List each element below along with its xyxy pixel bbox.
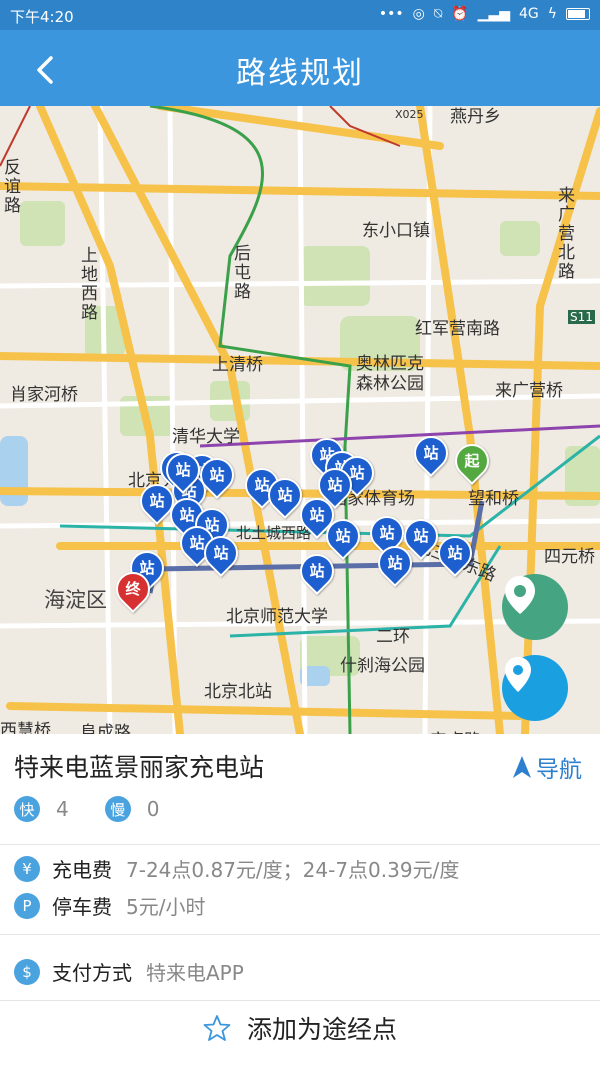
station-pin-label: 站 [423,444,439,462]
map-label: 海淀区 [44,588,107,612]
map-label: 四元桥 [544,547,595,567]
slow-charger-count: 0 [146,797,160,821]
navigation-arrow-icon [513,756,531,778]
station-pin[interactable]: 站 [158,445,208,499]
app-header: 路线规划 [0,30,600,106]
map-label: 来广营北路 [554,186,574,281]
station-name: 特来电蓝景丽家充电站 [14,753,265,782]
end-pin[interactable]: 终 [108,564,158,618]
map-label: 西慧桥 [0,721,51,734]
map-label: 什刹海公园 [340,656,425,676]
divider [0,1000,600,1001]
map-label: 二环 [376,627,410,647]
fast-charger-count: 4 [56,797,69,821]
station-pin[interactable]: 站 [196,528,246,582]
map-label: S11 [568,310,595,324]
map-label: 奥林匹克森林公园 [356,354,424,394]
station-pin-label: 站 [209,466,225,484]
end-pin-label: 终 [125,580,141,598]
location-pin-icon [505,576,535,614]
map-label: 红军营南路 [415,319,500,339]
signal-icon: ▁▃▅ [477,6,510,22]
station-pin-label: 站 [379,524,395,542]
my-location-button[interactable] [502,655,568,721]
map-roads [0,106,600,734]
page-title: 路线规划 [236,56,364,91]
map-label: 后屯路 [230,244,250,301]
station-info-panel: 特来电蓝景丽家充电站 导航 快 4 慢 0 ¥ 充电费 7-24点0.87元/度… [0,734,600,1067]
station-pin-label: 站 [387,554,403,572]
map-label: 北京北站 [204,682,272,702]
map-label: 燕丹乡 [450,107,501,127]
map-label: 阜成路 [80,723,131,734]
map-label: 安贞路 [430,726,481,734]
map-view[interactable]: 燕丹乡 X025 东小口镇 来广营北路 红军营南路 S11 上地西路 后屯路 上… [0,106,600,734]
status-time: 下午4:20 [10,8,74,26]
map-label: 北京师范大学 [226,607,328,627]
map-label: 东小口镇 [362,221,430,241]
station-pin-label: 站 [327,476,343,494]
navigate-button[interactable]: 导航 [512,750,582,784]
station-pin[interactable]: 站 [370,538,420,592]
station-pin-label: 站 [447,544,463,562]
status-icons: ••• ◎ ⍉ ⏰ ▁▃▅ 4G ϟ [379,6,590,22]
station-pin-label: 站 [335,527,351,545]
sync-icon: ◎ [412,6,425,22]
map-label: 肖家河桥 [10,385,78,405]
alarm-icon: ⏰ [451,6,469,22]
station-pin[interactable]: 站 [192,450,242,504]
charge-fee-value: 7-24点0.87元/度；24-7点0.39元/度 [126,858,460,882]
station-pin-label: 站 [277,486,293,504]
station-pin[interactable]: 站 [260,470,310,524]
charge-fee-label: 充电费 [52,858,112,882]
map-label: 上地西路 [77,246,97,322]
divider [0,934,600,935]
payment-value: 特来电APP [146,961,244,985]
map-label: 清华大学 [172,427,240,447]
my-location-icon [505,657,531,692]
navigate-label: 导航 [536,757,582,783]
star-icon [203,1015,231,1041]
parking-fee-value: 5元/小时 [126,895,206,919]
station-pin[interactable]: 站 [292,546,342,600]
network-type: 4G [518,6,539,22]
charger-counts: 快 4 慢 0 [14,796,159,822]
fast-charger-badge: 快 [14,796,40,822]
slow-charger-badge: 慢 [104,796,131,822]
yuan-icon: ¥ [14,855,40,882]
parking-fee-label: 停车费 [52,895,112,919]
parking-icon: P [14,892,40,919]
station-pin-label: 站 [309,562,325,580]
station-pin[interactable]: 站 [406,428,456,482]
station-pin[interactable]: 站 [430,528,480,582]
locate-station-button[interactable] [502,574,568,640]
start-pin[interactable]: 起 [447,436,497,490]
map-label: 来广营桥 [495,381,563,401]
add-waypoint-label: 添加为途经点 [246,1015,397,1044]
station-pin-label: 站 [213,544,229,562]
charge-fee-row: ¥ 充电费 7-24点0.87元/度；24-7点0.39元/度 [14,854,459,883]
payment-label: 支付方式 [52,961,132,985]
charging-icon: ϟ [547,6,557,22]
map-label: X025 [395,108,424,121]
payment-row: $ 支付方式 特来电APP [14,957,244,986]
station-pin-label: 站 [175,461,191,479]
battery-icon [566,8,590,20]
parking-fee-row: P 停车费 5元/小时 [14,891,205,920]
status-bar: 下午4:20 ••• ◎ ⍉ ⏰ ▁▃▅ 4G ϟ [0,0,600,30]
map-label: 上清桥 [212,355,263,375]
divider [0,844,600,845]
more-dots-icon: ••• [378,6,404,22]
add-waypoint-button[interactable]: 添加为途经点 [0,1010,600,1046]
mute-icon: ⍉ [433,6,443,22]
map-label: 反谊路 [0,158,20,215]
start-pin-label: 起 [464,452,480,470]
station-pin-label: 站 [413,527,429,545]
dollar-icon: $ [14,958,40,985]
